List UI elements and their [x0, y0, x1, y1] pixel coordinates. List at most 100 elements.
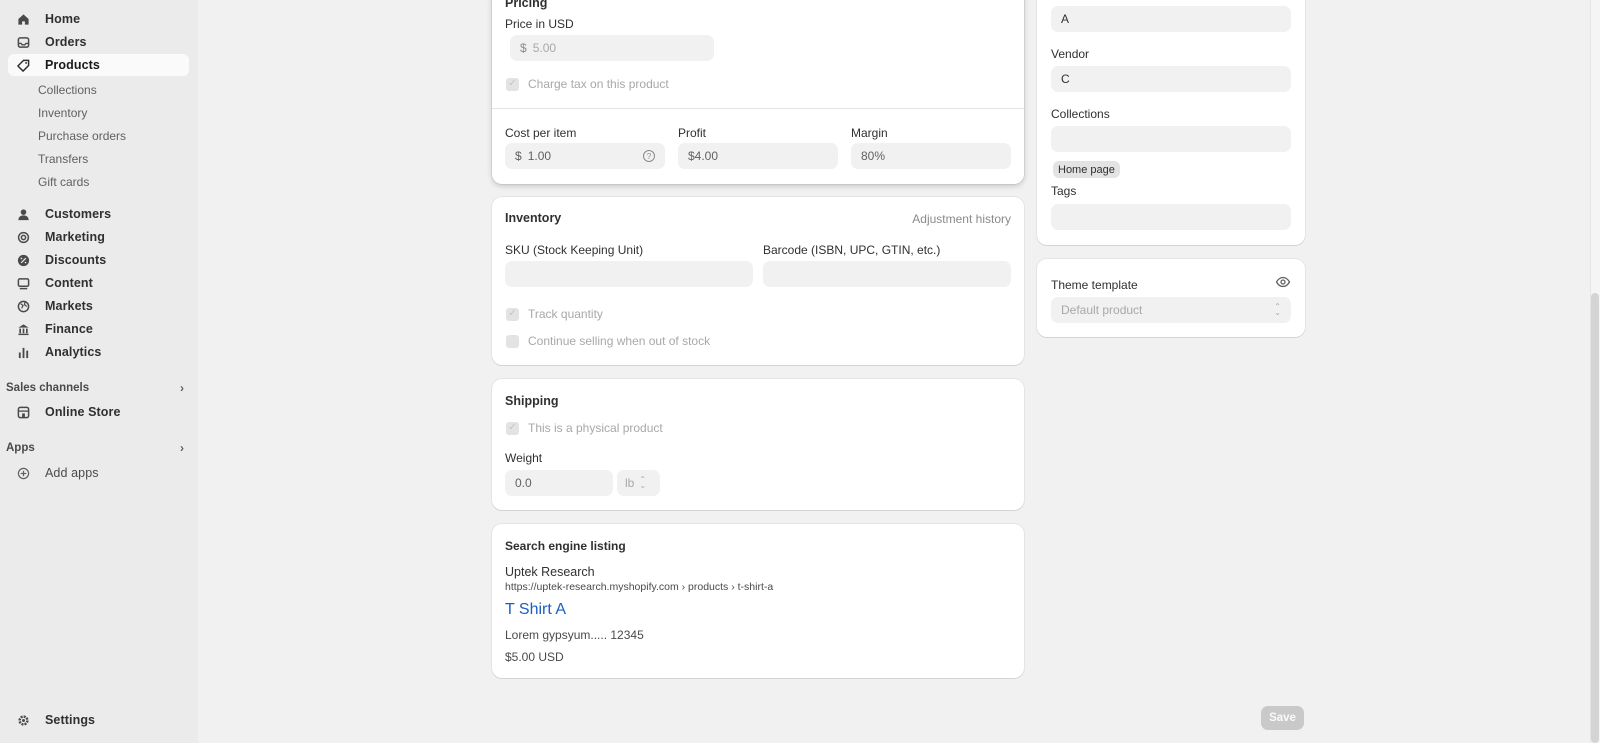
continue-selling-label: Continue selling when out of stock — [528, 334, 711, 348]
nav-orders-label: Orders — [45, 35, 87, 49]
collections-label: Collections — [1051, 107, 1110, 121]
margin-value: 80% — [861, 149, 886, 163]
tag-icon — [16, 58, 30, 72]
collections-input[interactable] — [1051, 126, 1291, 152]
nav-inventory[interactable]: Inventory — [38, 106, 87, 120]
product-type-input[interactable]: A — [1051, 6, 1291, 32]
nav-online-store[interactable]: Online Store — [8, 401, 189, 423]
profit-label: Profit — [678, 126, 707, 140]
nav-finance[interactable]: Finance — [8, 318, 189, 340]
seo-description: Lorem gypsyum..... 12345 — [505, 628, 644, 642]
nav-products[interactable]: Products — [8, 54, 189, 76]
sales-channels-header[interactable]: Sales channels › — [6, 381, 190, 395]
price-input[interactable]: $ 5.00 — [510, 35, 714, 61]
product-type-value: A — [1061, 12, 1070, 26]
barcode-label: Barcode (ISBN, UPC, GTIN, etc.) — [763, 243, 941, 257]
physical-product-checkbox[interactable]: ✓ This is a physical product — [506, 421, 663, 435]
nav-discounts[interactable]: Discounts — [8, 249, 189, 271]
chevron-right-icon: › — [180, 441, 184, 455]
theme-template-title: Theme template — [1051, 278, 1138, 292]
seo-page-title[interactable]: T Shirt A — [505, 601, 566, 619]
weight-input[interactable]: 0.0 — [505, 470, 613, 496]
nav-transfers[interactable]: Transfers — [38, 152, 88, 166]
scrollbar-thumb[interactable] — [1591, 293, 1599, 743]
vendor-value: C — [1061, 72, 1070, 86]
nav-add-apps[interactable]: Add apps — [8, 462, 189, 484]
eye-icon[interactable] — [1275, 274, 1291, 290]
target-icon — [16, 230, 30, 244]
tags-label: Tags — [1051, 184, 1077, 198]
scrollbar-track[interactable] — [1590, 0, 1600, 743]
price-value: 5.00 — [532, 41, 557, 55]
charge-tax-label: Charge tax on this product — [528, 77, 669, 91]
physical-product-label: This is a physical product — [528, 421, 663, 435]
cost-input[interactable]: $ 1.00 ? — [505, 143, 665, 169]
weight-unit-value: lb — [625, 476, 635, 490]
discount-icon — [16, 253, 30, 267]
nav-marketing[interactable]: Marketing — [8, 226, 189, 248]
charge-tax-checkbox[interactable]: ✓ Charge tax on this product — [506, 77, 669, 91]
pricing-title: Pricing — [505, 0, 548, 10]
nav-online-store-label: Online Store — [45, 405, 121, 419]
checkmark-icon: ✓ — [506, 421, 519, 435]
home-icon — [16, 12, 30, 26]
inventory-card: Inventory Adjustment history SKU (Stock … — [492, 197, 1024, 365]
chevron-right-icon: › — [180, 381, 184, 395]
weight-value: 0.0 — [515, 476, 532, 490]
adjustment-history-link[interactable]: Adjustment history — [912, 212, 1011, 226]
profit-value: $4.00 — [688, 149, 719, 163]
organization-card: A Vendor C Collections Home page Tags — [1037, 0, 1305, 245]
apps-header[interactable]: Apps › — [6, 441, 190, 455]
weight-label: Weight — [505, 451, 543, 465]
save-button[interactable]: Save — [1261, 706, 1304, 730]
cost-value: 1.00 — [527, 149, 552, 163]
nav-finance-label: Finance — [45, 322, 93, 336]
track-quantity-label: Track quantity — [528, 307, 603, 321]
shipping-title: Shipping — [505, 394, 559, 408]
seo-title: Search engine listing — [505, 539, 626, 553]
continue-selling-checkbox[interactable]: Continue selling when out of stock — [506, 334, 710, 348]
nav-markets[interactable]: Markets — [8, 295, 189, 317]
cost-label: Cost per item — [505, 126, 577, 140]
nav-content[interactable]: Content — [8, 272, 189, 294]
nav-orders[interactable]: Orders — [8, 31, 189, 53]
nav-analytics[interactable]: Analytics — [8, 341, 189, 363]
seo-url: https://uptek-research.myshopify.com › p… — [505, 581, 774, 593]
select-arrows-icon: ⌃ ⌄ — [639, 475, 647, 490]
plus-circle-icon — [16, 466, 30, 480]
nav-home[interactable]: Home — [8, 8, 189, 30]
collection-tag[interactable]: Home page — [1053, 161, 1120, 178]
nav-collections[interactable]: Collections — [38, 83, 97, 97]
divider — [492, 108, 1024, 109]
track-quantity-checkbox[interactable]: ✓ Track quantity — [506, 307, 603, 321]
help-icon[interactable]: ? — [643, 150, 655, 162]
globe-icon — [16, 299, 30, 313]
nav-customers-label: Customers — [45, 207, 112, 221]
store-icon — [16, 405, 30, 419]
shipping-card: Shipping ✓ This is a physical product We… — [492, 379, 1024, 510]
weight-unit-select[interactable]: lb ⌃ ⌄ — [617, 470, 660, 496]
checkbox-empty — [506, 334, 519, 348]
inbox-icon — [16, 35, 30, 49]
checkmark-icon: ✓ — [506, 77, 519, 91]
nav-customers[interactable]: Customers — [8, 203, 189, 225]
person-icon — [16, 207, 30, 221]
barcode-input[interactable] — [763, 261, 1011, 287]
checkmark-icon: ✓ — [506, 307, 519, 321]
seo-store-name: Uptek Research — [505, 565, 595, 579]
nav-settings[interactable]: Settings — [8, 709, 189, 731]
nav-purchase-orders[interactable]: Purchase orders — [38, 129, 126, 143]
bar-chart-icon — [16, 345, 30, 359]
nav-products-label: Products — [45, 58, 100, 72]
profit-field: $4.00 — [678, 143, 838, 169]
price-label: Price in USD — [505, 17, 574, 31]
nav-discounts-label: Discounts — [45, 253, 107, 267]
margin-label: Margin — [851, 126, 888, 140]
theme-template-select[interactable]: Default product ⌃ ⌄ — [1051, 297, 1291, 323]
pricing-card: Pricing Price in USD $ 5.00 ✓ Charge tax… — [492, 0, 1024, 184]
sku-input[interactable] — [505, 261, 753, 287]
vendor-input[interactable]: C — [1051, 66, 1291, 92]
gear-icon — [16, 713, 30, 727]
tags-input[interactable] — [1051, 204, 1291, 230]
nav-gift-cards[interactable]: Gift cards — [38, 175, 89, 189]
